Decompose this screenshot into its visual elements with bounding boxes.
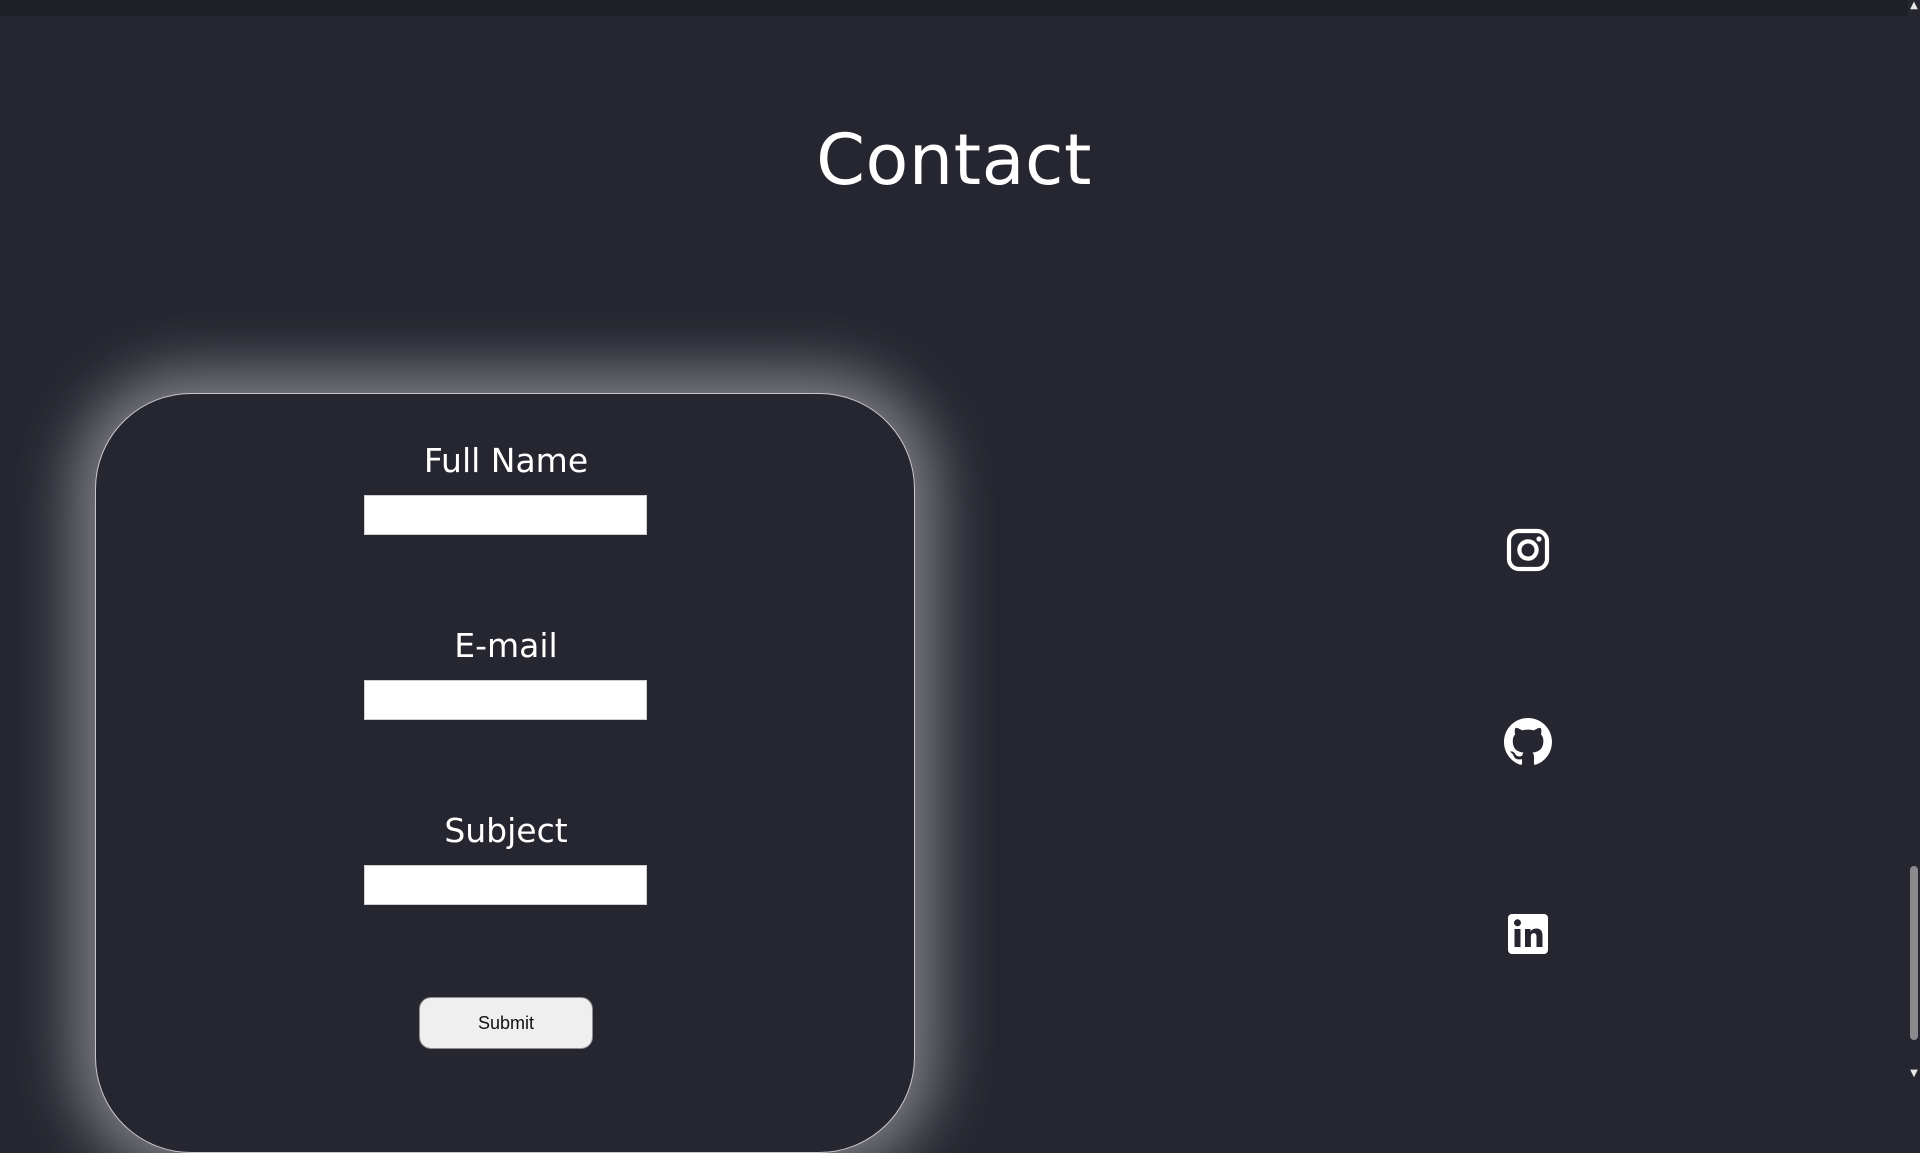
linkedin-icon[interactable] <box>1504 910 1552 958</box>
scrollbar[interactable]: ▲ ▼ <box>1908 0 1920 1080</box>
scroll-down-arrow-icon[interactable]: ▼ <box>1908 1068 1920 1080</box>
subject-input[interactable] <box>364 865 647 905</box>
page-title: Contact <box>816 119 1092 201</box>
scroll-thumb[interactable] <box>1910 866 1918 1040</box>
full-name-label: Full Name <box>423 441 589 480</box>
instagram-icon[interactable] <box>1504 526 1552 574</box>
github-icon[interactable] <box>1504 718 1552 766</box>
subject-label: Subject <box>444 811 568 850</box>
top-bar <box>0 0 1908 16</box>
email-label: E-mail <box>454 626 558 665</box>
submit-button[interactable]: Submit <box>419 997 593 1049</box>
full-name-input[interactable] <box>364 495 647 535</box>
contact-form: Full Name E-mail Subject Submit <box>95 393 915 1153</box>
scroll-up-arrow-icon[interactable]: ▲ <box>1908 0 1920 12</box>
email-input[interactable] <box>364 680 647 720</box>
